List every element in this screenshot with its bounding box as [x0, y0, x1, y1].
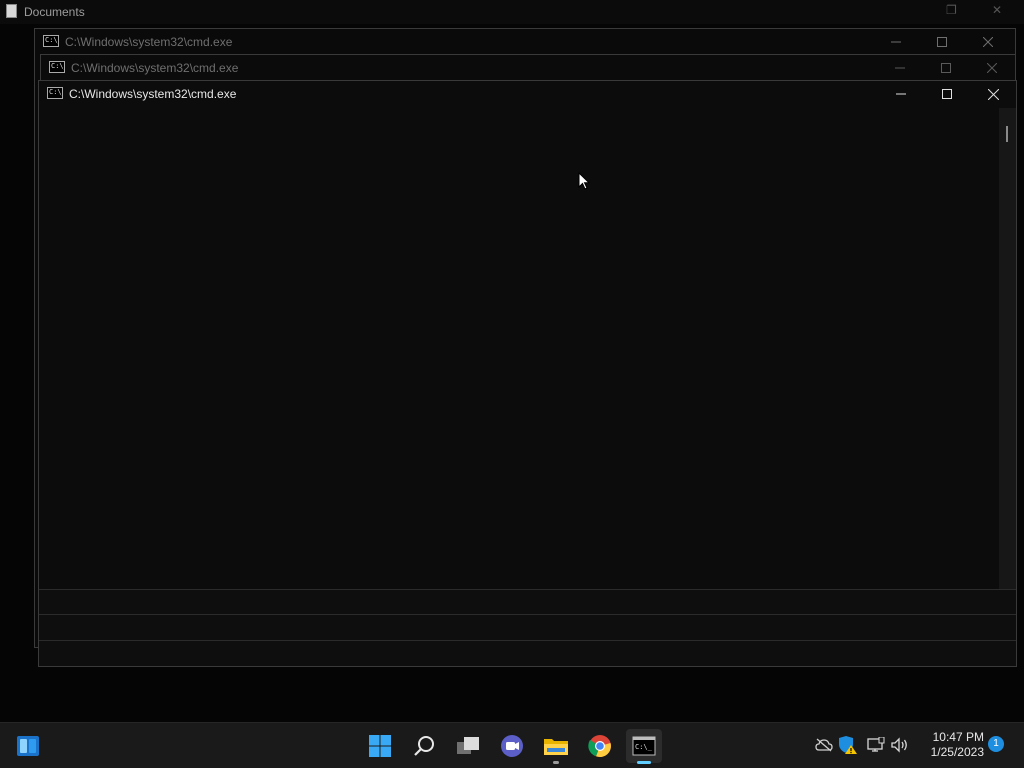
close-icon	[987, 63, 997, 73]
cmd-app-icon: C:\_	[43, 35, 59, 47]
cmd-app-icon: C:\_	[49, 61, 65, 73]
network-icon[interactable]	[866, 735, 886, 755]
close-button[interactable]	[969, 55, 1015, 81]
mouse-pointer-icon	[578, 172, 590, 190]
terminal-icon: C:\_	[632, 736, 656, 756]
background-window-title: Documents	[24, 5, 85, 19]
minimize-icon	[891, 41, 901, 43]
search-icon	[414, 736, 434, 756]
clock-time: 10:47 PM	[932, 730, 984, 744]
scrollbar-thumb[interactable]	[1006, 126, 1008, 142]
search-button[interactable]	[406, 729, 442, 763]
chrome-button[interactable]	[582, 729, 618, 763]
maximize-icon	[937, 37, 947, 47]
close-icon[interactable]: ✕	[992, 3, 1002, 17]
widgets-icon	[17, 736, 39, 756]
divider	[39, 640, 1016, 641]
close-icon	[987, 88, 999, 100]
windows-start-icon	[369, 735, 391, 757]
background-window-titlebar[interactable]: Documents ❐ ✕	[0, 0, 1024, 24]
close-button[interactable]	[965, 29, 1011, 55]
onedrive-offline-icon[interactable]	[814, 735, 834, 755]
divider	[39, 589, 1016, 590]
clock-date: 1/25/2023	[930, 745, 984, 759]
minimize-button[interactable]	[873, 29, 919, 55]
active-indicator	[637, 761, 651, 764]
maximize-button[interactable]	[923, 55, 969, 81]
console-output-area[interactable]	[39, 108, 999, 589]
file-explorer-icon	[544, 739, 568, 755]
cmd-window-title: C:\Windows\system32\cmd.exe	[69, 87, 237, 101]
restore-icon[interactable]: ❐	[946, 3, 957, 17]
vertical-scrollbar[interactable]	[999, 108, 1016, 589]
taskbar: C:\_ 10:47 PM 1/25/2023	[0, 722, 1024, 768]
svg-text:C:\_: C:\_	[635, 743, 653, 751]
minimize-icon	[896, 93, 906, 95]
teams-chat-button[interactable]	[494, 729, 530, 763]
maximize-icon	[941, 63, 951, 73]
cmd-titlebar[interactable]: C:\_ C:\Windows\system32\cmd.exe	[39, 81, 1016, 107]
task-view-button[interactable]	[450, 729, 486, 763]
volume-icon[interactable]	[890, 735, 910, 755]
document-icon	[6, 4, 17, 18]
terminal-button[interactable]: C:\_	[626, 729, 662, 764]
maximize-button[interactable]	[924, 81, 970, 107]
security-warning-icon[interactable]	[838, 735, 858, 755]
chrome-icon	[588, 735, 611, 758]
task-view-icon	[457, 737, 479, 754]
cmd-window-active[interactable]: C:\_ C:\Windows\system32\cmd.exe	[38, 80, 1017, 667]
cmd-app-icon: C:\_	[47, 87, 63, 99]
close-icon	[983, 37, 993, 47]
running-indicator	[553, 761, 559, 764]
cmd-window-title: C:\Windows\system32\cmd.exe	[71, 61, 239, 75]
cmd-titlebar[interactable]: C:\_ C:\Windows\system32\cmd.exe	[35, 29, 1015, 55]
minimize-button[interactable]	[877, 55, 923, 81]
teams-chat-icon	[501, 735, 523, 757]
maximize-icon	[942, 89, 952, 99]
maximize-button[interactable]	[919, 29, 965, 55]
widgets-button[interactable]	[10, 729, 46, 763]
cmd-window-title: C:\Windows\system32\cmd.exe	[65, 35, 233, 49]
minimize-button[interactable]	[878, 81, 924, 107]
start-button[interactable]	[362, 729, 398, 763]
minimize-icon	[895, 67, 905, 69]
file-explorer-button[interactable]	[538, 729, 574, 764]
clock[interactable]: 10:47 PM 1/25/2023	[912, 730, 984, 760]
console-lower-panel	[39, 589, 1016, 666]
cmd-titlebar[interactable]: C:\_ C:\Windows\system32\cmd.exe	[41, 55, 1015, 81]
notification-badge[interactable]: 1	[988, 736, 1004, 752]
divider	[39, 614, 1016, 615]
close-button[interactable]	[970, 81, 1016, 107]
